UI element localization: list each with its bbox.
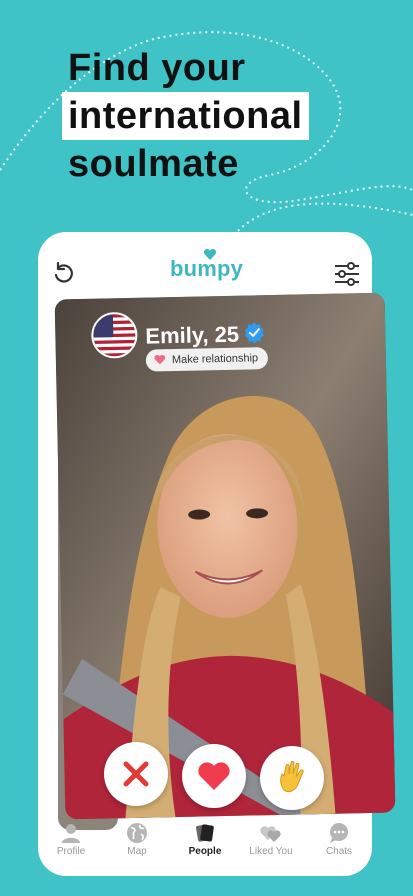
relationship-goal-label: Make relationship	[171, 352, 259, 367]
swipe-actions	[0, 738, 413, 810]
tab-liked-you[interactable]: Liked You	[240, 822, 302, 857]
verified-badge-icon	[244, 322, 264, 344]
tab-map-label: Map	[127, 846, 147, 857]
globe-icon	[127, 823, 147, 843]
hearts-icon	[260, 826, 281, 842]
tab-chats-label: Chats	[325, 846, 353, 857]
heart-icon	[154, 354, 166, 365]
tab-people[interactable]: People	[174, 822, 236, 857]
tab-people-label: People	[188, 846, 222, 857]
tab-profile[interactable]: Profile	[40, 822, 102, 857]
like-button[interactable]	[182, 744, 246, 808]
chat-icon	[330, 823, 348, 843]
tab-liked-you-label: Liked You	[249, 846, 293, 857]
waving-hand-icon	[280, 761, 304, 793]
undo-icon[interactable]	[52, 262, 74, 284]
logo-heart-icon	[203, 248, 217, 260]
filters-icon[interactable]	[334, 262, 360, 286]
tab-chats[interactable]: Chats	[308, 822, 370, 857]
tab-map[interactable]: Map	[106, 822, 168, 857]
relationship-goal-badge: Make relationship	[145, 347, 269, 372]
wave-button[interactable]	[260, 746, 324, 810]
promo-headline: Find your international soulmate	[62, 44, 309, 188]
headline-line-3: soulmate	[68, 143, 239, 185]
profile-name: Emily, 25	[145, 321, 240, 349]
profile-icon	[62, 824, 80, 843]
headline-line-1: Find your	[68, 47, 246, 89]
headline-line-2: international	[62, 92, 309, 140]
bottom-tab-bar: Profile Map People Liked You Chats	[38, 822, 372, 870]
heart-icon	[198, 762, 230, 790]
cards-icon	[196, 824, 214, 842]
close-icon	[123, 761, 149, 787]
nope-button[interactable]	[104, 742, 168, 806]
tab-profile-label: Profile	[56, 846, 86, 857]
